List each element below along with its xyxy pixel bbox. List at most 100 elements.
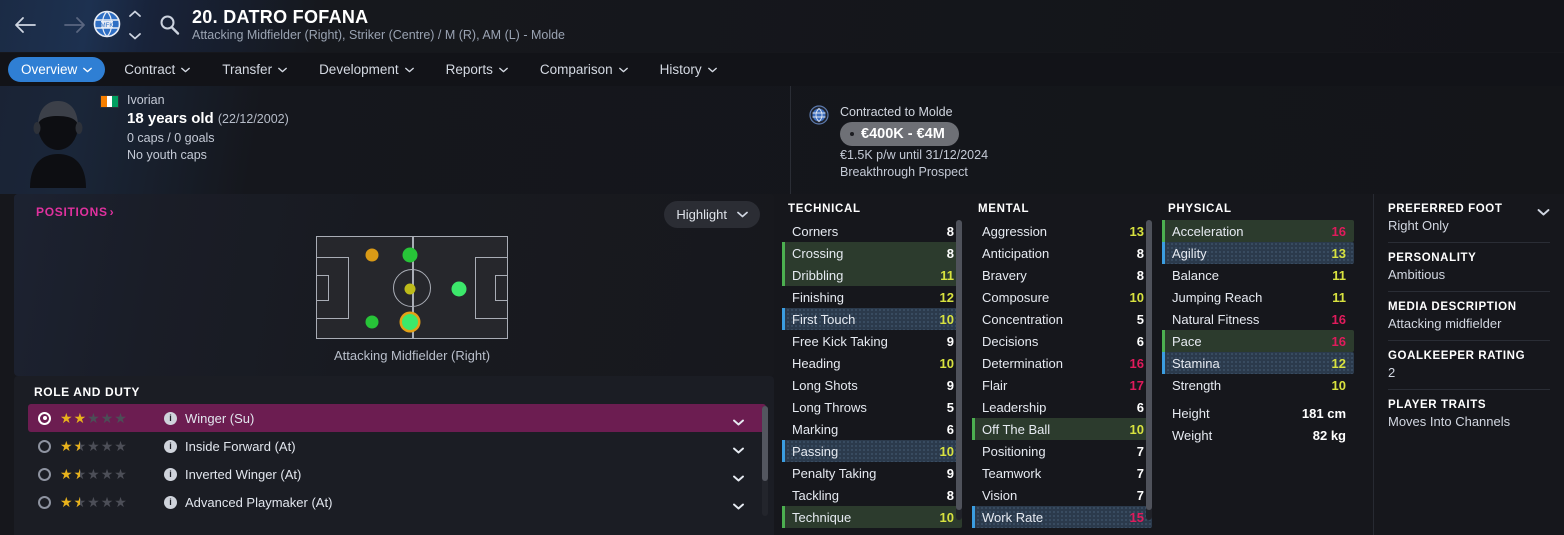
- attribute-name: Determination: [982, 355, 1063, 371]
- info-block-title: PREFERRED FOOT: [1388, 203, 1503, 215]
- attribute-name: Pace: [1172, 333, 1202, 349]
- chevron-down-icon[interactable]: [733, 441, 744, 459]
- attribute-row[interactable]: Aggression 13: [972, 220, 1152, 242]
- info-block: GOALKEEPER RATING 2: [1388, 350, 1550, 390]
- info-icon[interactable]: i: [164, 495, 177, 509]
- attribute-row[interactable]: Jumping Reach 11: [1162, 286, 1354, 308]
- role-row[interactable]: ★★★★★ i Inside Forward (At): [28, 432, 766, 460]
- attribute-row[interactable]: Agility 13: [1162, 242, 1354, 264]
- role-row[interactable]: ★★★★★ i Inverted Winger (At): [28, 460, 766, 488]
- attribute-row[interactable]: Technique 10: [782, 506, 962, 528]
- position-dot-am-left[interactable]: [365, 248, 379, 262]
- position-dot-am-centre[interactable]: [402, 247, 418, 263]
- attribute-row[interactable]: Work Rate 15: [972, 506, 1152, 528]
- role-label: Advanced Playmaker (At): [185, 494, 333, 510]
- player-spinner-icon[interactable]: [127, 10, 143, 40]
- role-row[interactable]: ★ ★ ★ ★ ★ i Winger (Su): [28, 404, 766, 432]
- attribute-row[interactable]: Vision 7: [972, 484, 1152, 506]
- attribute-row[interactable]: Corners 8: [782, 220, 962, 242]
- tab-contract[interactable]: Contract: [111, 57, 203, 82]
- attribute-row[interactable]: First Touch 10: [782, 308, 962, 330]
- back-arrow-icon[interactable]: [8, 8, 42, 42]
- attribute-row[interactable]: Flair 17: [972, 374, 1152, 396]
- contract-status: Breakthrough Prospect: [840, 165, 968, 179]
- role-radio[interactable]: [38, 495, 51, 509]
- chevron-down-icon[interactable]: [1537, 203, 1550, 221]
- role-radio[interactable]: [38, 467, 51, 481]
- molde-club-badge-icon[interactable]: MFK: [90, 8, 124, 42]
- attribute-value: 8: [946, 487, 954, 503]
- role-radio[interactable]: [38, 411, 51, 425]
- chevron-down-icon[interactable]: [733, 497, 744, 515]
- attribute-row[interactable]: Composure 10: [972, 286, 1152, 308]
- chevron-down-icon[interactable]: [733, 469, 744, 487]
- star-half: ★: [74, 439, 87, 453]
- pitch-goal-box-right: [495, 274, 507, 301]
- tab-overview[interactable]: Overview: [8, 57, 106, 82]
- attribute-row[interactable]: Leadership 6: [972, 396, 1152, 418]
- tab-development[interactable]: Development: [306, 57, 427, 82]
- technical-column-scrollbar[interactable]: [956, 220, 962, 520]
- attribute-row[interactable]: Passing 10: [782, 440, 962, 462]
- chevron-down-icon[interactable]: [733, 413, 744, 431]
- mental-column-scrollbar[interactable]: [1146, 220, 1152, 520]
- attribute-row[interactable]: Pace 16: [1162, 330, 1354, 352]
- attribute-value: 10: [1331, 377, 1346, 393]
- position-dot-m-centre[interactable]: [404, 283, 416, 295]
- attribute-row[interactable]: Heading 10: [782, 352, 962, 374]
- attribute-row[interactable]: Tackling 8: [782, 484, 962, 506]
- attribute-row[interactable]: Decisions 6: [972, 330, 1152, 352]
- info-icon[interactable]: i: [164, 467, 177, 481]
- role-row[interactable]: ★★★★★ i Advanced Playmaker (At): [28, 488, 766, 516]
- info-icon[interactable]: i: [164, 411, 177, 425]
- attribute-value: 9: [946, 333, 954, 349]
- attribute-value: 10: [1129, 289, 1144, 305]
- attribute-row[interactable]: Teamwork 7: [972, 462, 1152, 484]
- info-icon[interactable]: i: [164, 439, 177, 453]
- top-navigation-bar: MFK 20. DATRO FOFANA Attacking Midfielde…: [0, 0, 1564, 52]
- attribute-name: Aggression: [982, 223, 1048, 239]
- attribute-row[interactable]: Acceleration 16: [1162, 220, 1354, 242]
- position-dot-am-right[interactable]: [402, 314, 418, 330]
- attribute-row[interactable]: Natural Fitness 16: [1162, 308, 1354, 330]
- attribute-row[interactable]: Determination 16: [972, 352, 1152, 374]
- player-value-badge[interactable]: €400K - €4M: [840, 122, 959, 146]
- attribute-name: Dribbling: [792, 267, 844, 283]
- attribute-row[interactable]: Dribbling 11: [782, 264, 962, 286]
- attribute-row[interactable]: Penalty Taking 9: [782, 462, 962, 484]
- attribute-row[interactable]: Off The Ball 10: [972, 418, 1152, 440]
- attribute-row[interactable]: Balance 11: [1162, 264, 1354, 286]
- tab-transfer[interactable]: Transfer: [209, 57, 300, 82]
- tab-reports[interactable]: Reports: [433, 57, 521, 82]
- position-dot-m-right[interactable]: [365, 315, 379, 329]
- search-icon[interactable]: [157, 13, 183, 39]
- attribute-row[interactable]: Concentration 5: [972, 308, 1152, 330]
- positions-header[interactable]: POSITIONS ›: [36, 205, 114, 219]
- info-block-value: Ambitious: [1388, 267, 1446, 282]
- role-radio[interactable]: [38, 439, 51, 453]
- position-dot-st-centre[interactable]: [451, 281, 467, 297]
- attribute-row[interactable]: Anticipation 8: [972, 242, 1152, 264]
- attribute-row[interactable]: Finishing 12: [782, 286, 962, 308]
- attribute-row[interactable]: Marking 6: [782, 418, 962, 440]
- attribute-row[interactable]: Strength 10: [1162, 374, 1354, 396]
- role-list-scrollbar[interactable]: [762, 406, 768, 516]
- attribute-row[interactable]: Long Shots 9: [782, 374, 962, 396]
- tab-history[interactable]: History: [647, 57, 730, 82]
- player-profile-strip: Ivorian 18 years old (22/12/2002) 0 caps…: [0, 86, 1564, 194]
- forward-arrow-icon[interactable]: [58, 8, 92, 42]
- attribute-row[interactable]: Bravery 8: [972, 264, 1152, 286]
- star-full: ★: [60, 466, 73, 482]
- star-full: ★: [60, 438, 73, 454]
- attribute-row[interactable]: Free Kick Taking 9: [782, 330, 962, 352]
- tab-label: Reports: [445, 62, 493, 77]
- attribute-name: Passing: [792, 443, 839, 459]
- attribute-row[interactable]: Long Throws 5: [782, 396, 962, 418]
- tab-label: Development: [319, 62, 399, 77]
- attribute-row[interactable]: Positioning 7: [972, 440, 1152, 462]
- player-value: €400K - €4M: [861, 126, 945, 142]
- attribute-row[interactable]: Crossing 8: [782, 242, 962, 264]
- tab-comparison[interactable]: Comparison: [527, 57, 641, 82]
- attribute-row[interactable]: Stamina 12: [1162, 352, 1354, 374]
- highlight-dropdown[interactable]: Highlight: [664, 201, 760, 228]
